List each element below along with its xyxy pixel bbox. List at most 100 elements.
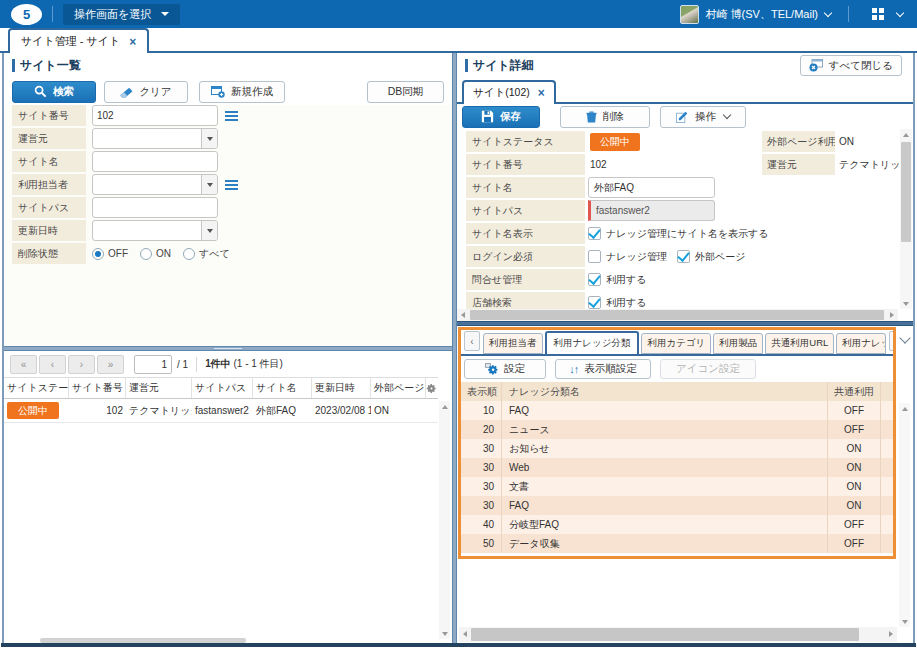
dropdown-arrow-icon[interactable] [201,175,217,194]
application-window: 5 操作画面を選択 村崎 博(SV、TEL/Mail) サイト管理 - サイト … [0,0,917,655]
store-search-checkbox[interactable]: 利用する [588,296,646,310]
next-page-button[interactable]: › [68,355,95,374]
first-page-button[interactable]: « [10,355,37,374]
site-detail-header: サイト詳細 すべて閉じる [457,53,913,78]
db-sync-button[interactable]: DB同期 [367,81,444,103]
col-external[interactable]: 外部ページ利用 [371,378,426,398]
category-row[interactable]: 50データ収集OFF [461,534,893,553]
category-row[interactable]: 20ニュースOFF [461,420,893,439]
collapse-chevron-icon[interactable] [899,332,910,343]
category-row[interactable]: 30FAQON [461,496,893,515]
results-vertical-scrollbar[interactable] [439,401,450,639]
results-horizontal-scrollbar[interactable] [40,638,246,643]
save-button[interactable]: 保存 [462,106,540,128]
categories-horizontal-scrollbar[interactable] [459,627,897,642]
detail-vertical-scrollbar[interactable] [900,129,912,309]
site-name-input[interactable]: 外部FAQ [588,177,715,198]
col-number[interactable]: サイト番号 [69,378,126,398]
col-operator[interactable]: 運営元 [126,378,192,398]
site-number-input[interactable]: 102 [92,105,218,126]
clear-button[interactable]: クリア [104,81,188,103]
detail-horizontal-scrollbar[interactable] [457,309,898,321]
category-row[interactable]: 40分岐型FAQOFF [461,515,893,534]
subtab-knowledge[interactable]: 利用ナレッジ [836,333,886,354]
col-category-name[interactable]: ナレッジ分類名 [501,382,828,401]
apps-chevron-down-icon[interactable] [896,8,904,16]
checkbox-checked-icon[interactable] [588,296,601,309]
login-external-checkbox[interactable]: 外部ページ [677,250,745,264]
subtab-knowledge-categories[interactable]: 利用ナレッジ分類 [545,331,640,356]
site-number-label: サイト番号 [12,105,86,126]
col-settings[interactable] [426,378,438,398]
apps-grid-icon[interactable] [872,8,884,20]
table-row[interactable]: 公開中 102 テクマトリックス fastanswer2 外部FAQ 2023/… [4,399,438,423]
col-path[interactable]: サイトパス [192,378,253,398]
operator-select[interactable] [92,128,218,149]
trash-icon [586,110,597,123]
updated-select[interactable] [92,220,218,241]
status-label: サイトステータス [466,131,585,152]
prev-page-button[interactable]: ‹ [39,355,66,374]
category-row[interactable]: 30お知らせON [461,439,893,458]
tab-site-management[interactable]: サイト管理 - サイト × [8,28,149,53]
category-row[interactable]: 30文書ON [461,477,893,496]
categories-vertical-scrollbar[interactable] [899,403,910,627]
subtab-users[interactable]: 利用担当者 [483,333,543,354]
col-updated[interactable]: 更新日時 [312,378,371,398]
ext-page-value: ON [839,131,854,152]
site-path-input[interactable] [92,197,218,218]
search-button[interactable]: 検索 [12,81,96,103]
inquiry-checkbox[interactable]: 利用する [588,273,646,287]
user-rep-label: 利用担当者 [12,174,86,195]
radio-all[interactable]: すべて [183,247,230,261]
subtab-products[interactable]: 利用製品 [713,333,763,354]
list-select-icon[interactable] [225,180,238,190]
delete-button[interactable]: 削除 [560,106,650,128]
subtab-categories[interactable]: 利用カテゴリ [641,333,711,354]
site-name-input[interactable] [92,151,218,172]
operation-button[interactable]: 操作 [660,106,746,128]
dropdown-arrow-icon[interactable] [201,129,217,148]
close-all-button[interactable]: すべて閉じる [800,55,902,76]
col-shared[interactable]: 共通利用 [828,382,881,401]
checkbox-unchecked-icon[interactable] [588,250,601,263]
main-area: サイト一覧 検索 クリア 新規作成 DB同期 [2,53,915,643]
login-knowledge-checkbox[interactable]: ナレッジ管理 [588,250,667,264]
category-row[interactable]: 30WebON [461,458,893,477]
page-input[interactable]: 1 [134,355,172,374]
settings-button[interactable]: 設定 [464,359,546,379]
subtabs: ‹ 利用担当者 利用ナレッジ分類 利用カテゴリ 利用製品 共通利用URL 利用ナ… [461,330,893,356]
dropdown-arrow-icon[interactable] [201,221,217,240]
tabs-scroll-right-button[interactable]: › [889,331,893,351]
tabs-scroll-left-button[interactable]: ‹ [464,331,480,351]
tab-close-icon[interactable]: × [129,36,136,48]
subtab-shared-url[interactable]: 共通利用URL [765,333,834,354]
site-path-input[interactable]: fastanswer2 [588,200,715,221]
col-status[interactable]: サイトステータス [4,378,69,398]
user-menu-label[interactable]: 村崎 博(SV、TEL/Mail) [706,7,818,22]
tab-close-icon[interactable]: × [538,87,545,99]
chevron-down-icon[interactable] [824,8,832,16]
create-new-button[interactable]: 新規作成 [199,81,285,103]
radio-on[interactable]: ON [140,248,171,260]
radio-off[interactable]: OFF [92,248,128,260]
icon-settings-button[interactable]: アイコン設定 [660,359,756,379]
app-logo[interactable]: 5 [11,4,42,25]
col-order[interactable]: 表示順 [461,382,501,401]
highlighted-subsection: ‹ 利用担当者 利用ナレッジ分類 利用カテゴリ 利用製品 共通利用URL 利用ナ… [458,327,896,559]
window-bottom-border [1,643,916,647]
col-name[interactable]: サイト名 [253,378,312,398]
user-rep-select[interactable] [92,174,218,195]
display-order-button[interactable]: ↓↑ 表示順設定 [555,359,651,379]
inquiry-label: 問合せ管理 [466,269,585,290]
tab-site-102[interactable]: サイト(102) × [462,80,556,104]
checkbox-checked-icon[interactable] [588,273,601,286]
last-page-button[interactable]: » [97,355,124,374]
list-select-icon[interactable] [225,111,238,121]
name-display-checkbox[interactable]: ナレッジ管理にサイト名を表示する [588,227,769,241]
category-row[interactable]: 10FAQOFF [461,401,893,420]
checkbox-checked-icon[interactable] [588,227,601,240]
avatar[interactable] [680,5,699,24]
screen-select-button[interactable]: 操作画面を選択 [63,4,180,25]
checkbox-checked-icon[interactable] [677,250,690,263]
